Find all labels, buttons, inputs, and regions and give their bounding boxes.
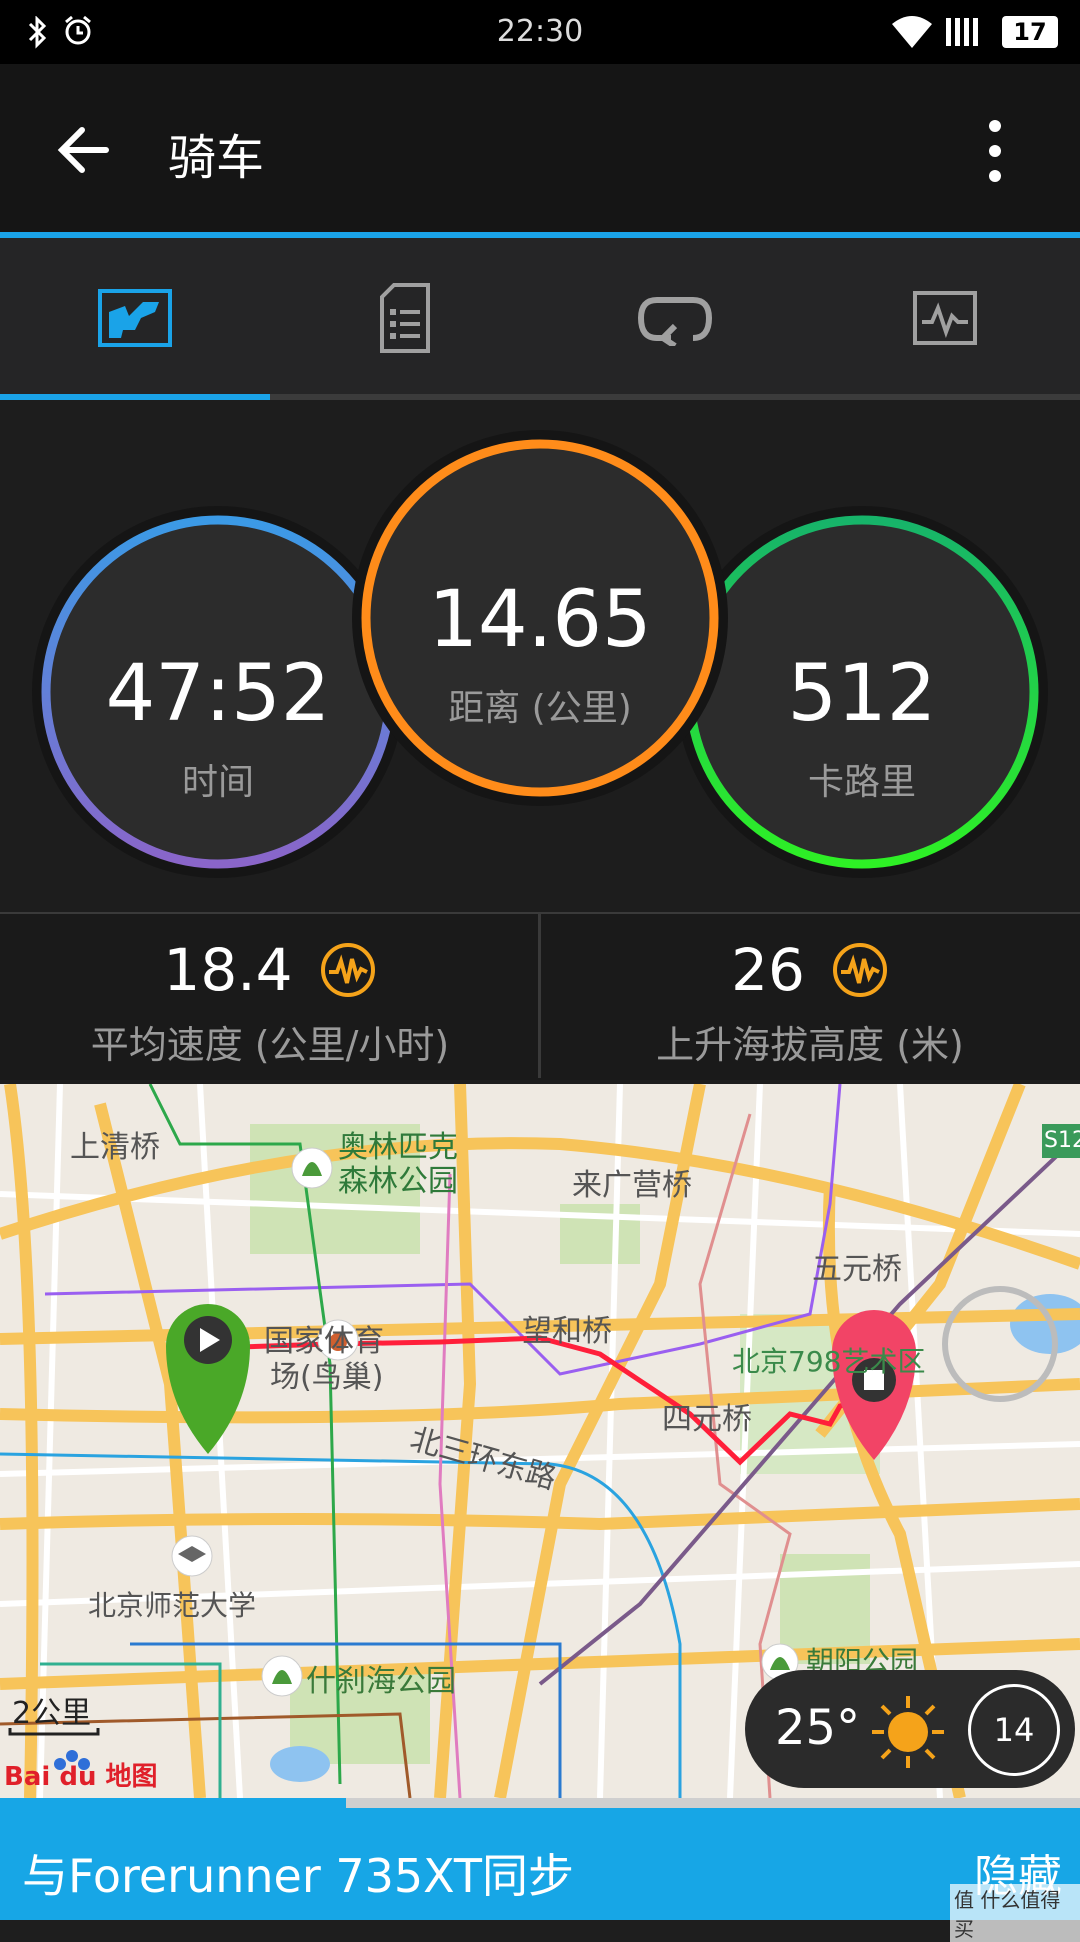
map-label: 上清桥 [70,1130,160,1165]
sync-status-text: 与Forerunner 735XT同步 [22,1849,574,1903]
battery-icon: 17 [1002,16,1058,48]
calories-label: 卡路里 [808,762,916,803]
more-options-icon[interactable] [980,118,1010,184]
map-label: 四元桥 [662,1402,752,1437]
time-value: 47:52 [106,649,331,739]
map-label: 来广营桥 [572,1168,692,1203]
sync-progress-fill [0,1798,346,1808]
elevation-gain-value: 26 [731,936,805,1004]
loop-arrow-icon [637,297,713,346]
calories-value: 512 [788,649,937,739]
watermark: 值 什么值得买 [950,1884,1080,1942]
tab-details[interactable] [270,238,540,398]
heartrate-chart-icon [913,291,977,345]
stat-rings: 512 卡路里 47:52 时间 14.65 距离 (公里) [32,430,1048,878]
avg-speed-value: 18.4 [163,936,293,1004]
back-arrow-icon[interactable] [56,122,112,178]
map-label: 北京798艺术区 [732,1345,926,1378]
elevation-gain-label: 上升海拔高度 (米) [656,1023,964,1067]
park-poi-icon [261,1655,303,1697]
pulse-badge-icon [832,943,887,997]
calories-ring: 512 卡路里 [676,506,1048,878]
distance-ring: 14.65 距离 (公里) [352,430,728,806]
document-list-icon [380,283,430,353]
wifi-icon [892,16,932,48]
distance-value: 14.65 [428,575,651,665]
map-label: 森林公园 [338,1164,458,1199]
university-poi-icon [171,1535,213,1577]
map-scale: 2公里 [12,1696,92,1731]
pulse-badge-icon [320,943,375,997]
map-label: 什刹海公园 [306,1664,456,1699]
park-poi-icon [291,1147,333,1189]
map-label: 五元桥 [812,1252,902,1287]
time-label: 时间 [182,762,254,803]
map-logo-text: Bai du 地图 [4,1762,158,1792]
highway-shield: S12 [1044,1128,1080,1153]
avg-speed-label: 平均速度 (公里/小时) [90,1023,450,1067]
temperature-value: 25° [775,1700,861,1756]
tab-overview[interactable] [0,238,270,398]
signal-icon [946,18,978,46]
tab-charts[interactable] [810,238,1080,398]
map-label: 望和桥 [522,1314,612,1349]
map-label: 北京师范大学 [88,1589,257,1622]
map-label: 场(鸟巢) [270,1360,384,1395]
distance-label: 距离 (公里) [448,688,632,729]
avg-speed-metric: 18.4 平均速度 (公里/小时) [0,936,540,1069]
sun-icon [872,1696,944,1768]
wind-compass-icon: 14 [968,1684,1060,1776]
tab-laps[interactable] [540,238,810,398]
time-ring: 47:52 时间 [32,506,404,878]
page-title: 骑车 [168,130,265,186]
app-bar [0,64,1080,234]
chart-icon [98,289,172,347]
wind-speed-value: 14 [993,1711,1035,1749]
elevation-gain-metric: 26 上升海拔高度 (米) [540,936,1080,1069]
